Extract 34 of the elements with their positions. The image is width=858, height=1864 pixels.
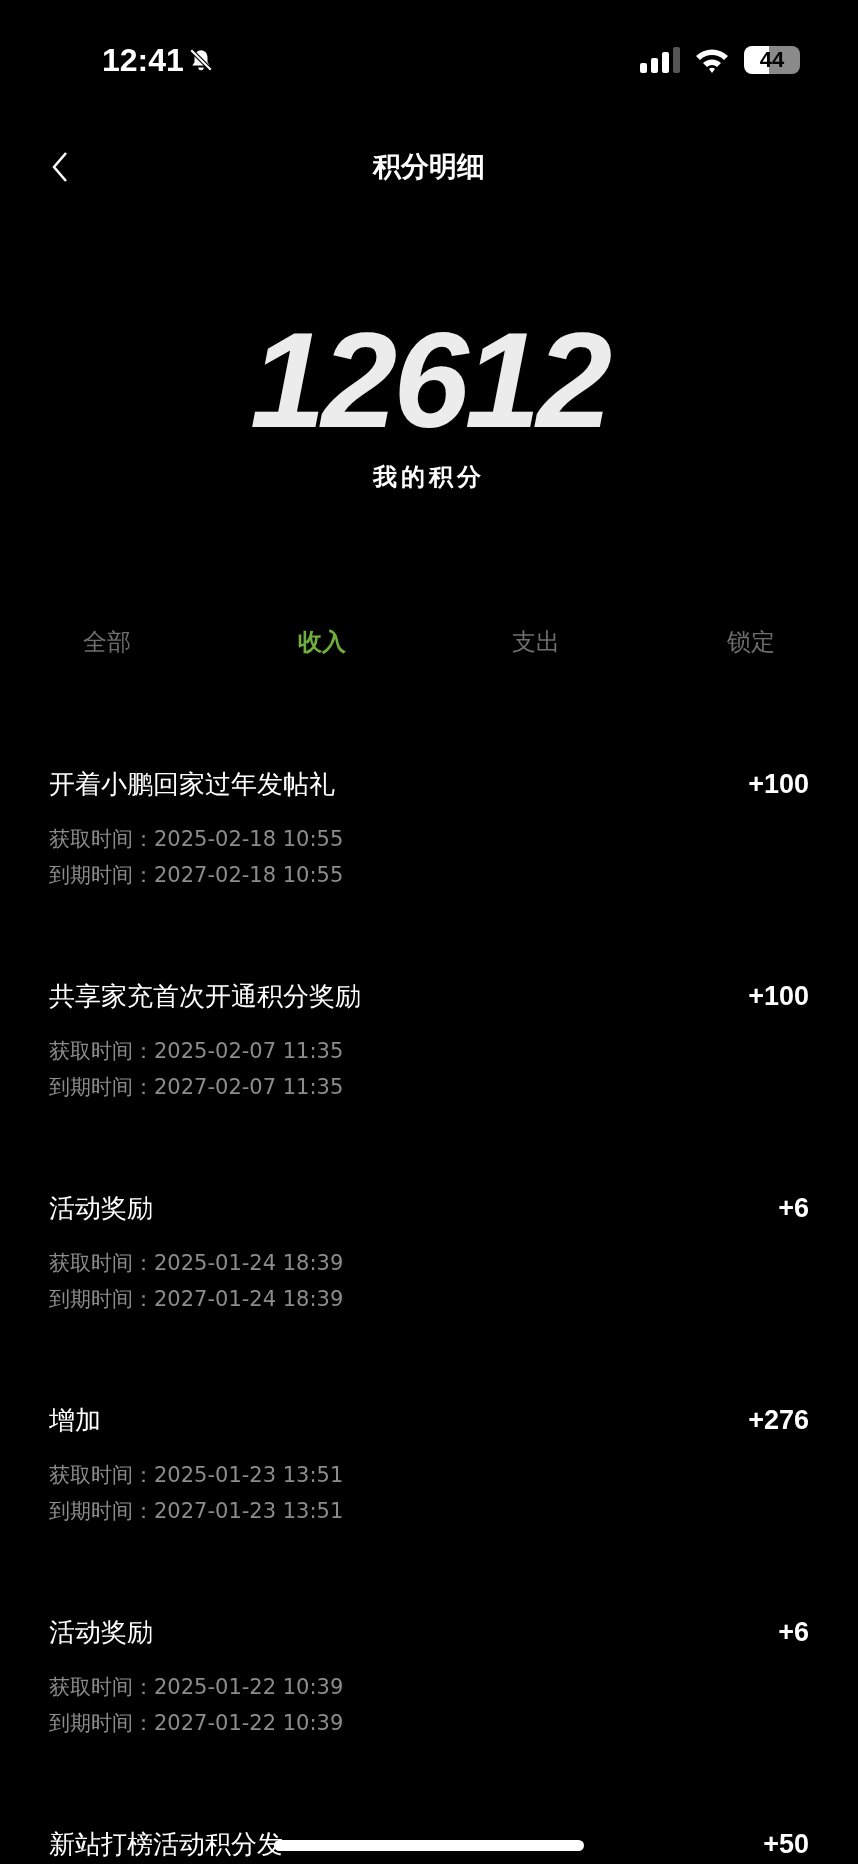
record-time: 到期时间：2027-02-18 10:55 — [49, 862, 344, 889]
points-amount: +100 — [748, 980, 809, 1013]
record-time: 获取时间：2025-01-23 13:51 — [49, 1462, 344, 1489]
points-value: 12612 — [249, 320, 609, 440]
muted-bell-icon — [187, 47, 214, 73]
record-title: 活动奖励 — [49, 1192, 153, 1225]
points-label: 我的积分 — [373, 462, 485, 492]
record-time: 到期时间：2027-02-07 11:35 — [49, 1074, 344, 1101]
record-time: 到期时间：2027-01-22 10:39 — [49, 1710, 344, 1737]
record-time: 获取时间：2025-01-22 10:39 — [49, 1674, 344, 1701]
signal-icon — [640, 47, 680, 73]
page-title: 积分明细 — [373, 149, 485, 185]
record-title: 新站打榜活动积分发 — [49, 1828, 283, 1861]
filter-tab[interactable]: 收入 — [297, 622, 346, 662]
record-title: 开着小鹏回家过年发帖礼 — [49, 768, 335, 801]
points-amount: +6 — [778, 1192, 809, 1225]
points-amount: +100 — [748, 768, 809, 801]
record-time: 获取时间：2025-01-24 18:39 — [49, 1250, 344, 1277]
record-title: 共享家充首次开通积分奖励 — [49, 980, 361, 1013]
record-time: 获取时间：2025-02-07 11:35 — [49, 1038, 344, 1065]
filter-tab[interactable]: 锁定 — [726, 622, 775, 662]
record-time: 获取时间：2025-02-18 10:55 — [49, 826, 344, 853]
filter-tab[interactable]: 全部 — [83, 622, 132, 662]
record-title: 活动奖励 — [49, 1616, 153, 1649]
status-time: 12:41 — [102, 44, 184, 76]
points-amount: +50 — [763, 1828, 809, 1861]
record-title: 增加 — [49, 1404, 101, 1437]
filter-tab[interactable]: 支出 — [512, 622, 561, 662]
back-icon[interactable] — [52, 151, 68, 183]
points-amount: +276 — [748, 1404, 809, 1437]
record-time: 到期时间：2027-01-24 18:39 — [49, 1286, 344, 1313]
record-time: 到期时间：2027-01-23 13:51 — [49, 1498, 344, 1525]
wifi-icon — [694, 47, 730, 73]
points-amount: +6 — [778, 1616, 809, 1649]
